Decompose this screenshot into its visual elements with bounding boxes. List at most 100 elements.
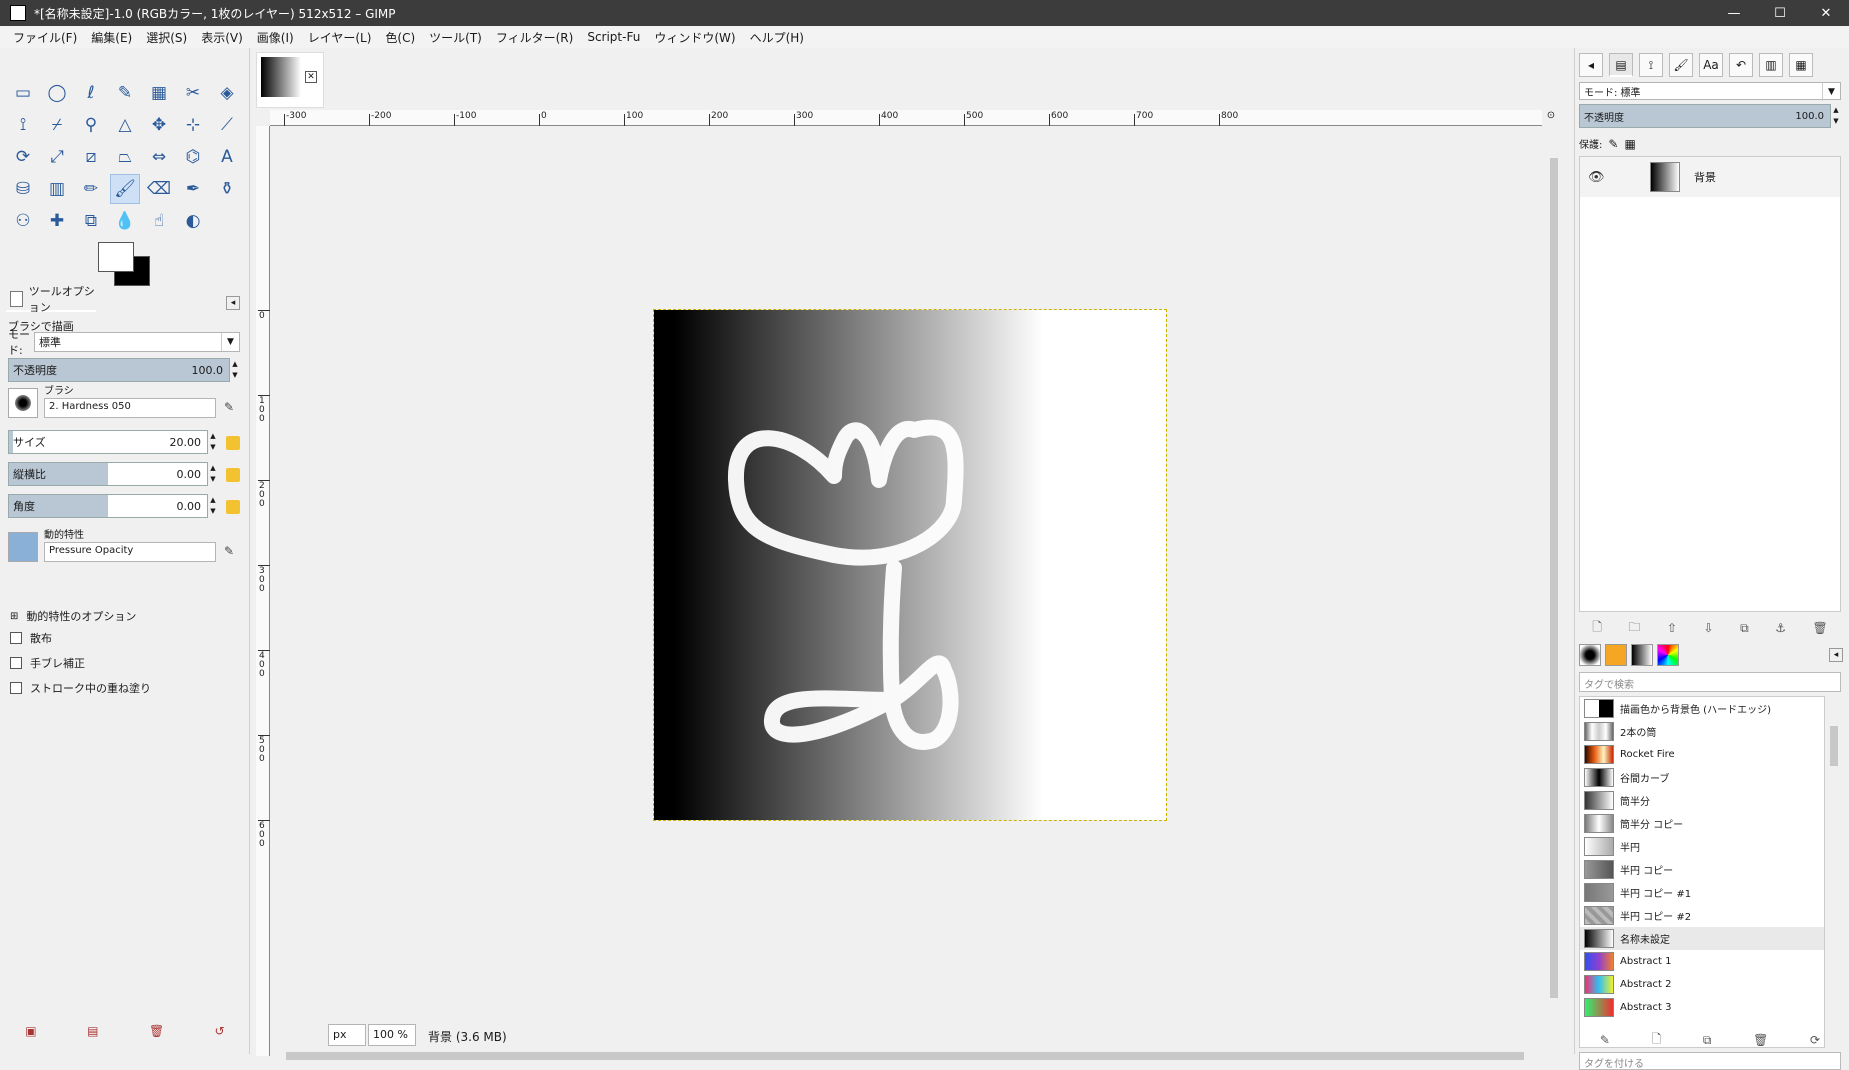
color-picker-tool-icon[interactable]: ⌿	[42, 110, 72, 140]
brush-preview[interactable]	[8, 388, 38, 418]
layer-opacity-slider[interactable]: 不透明度 100.0 ▲ ▼	[1579, 104, 1839, 128]
eraser-tool-icon[interactable]: ⌫	[144, 174, 174, 204]
menu-script-fu[interactable]: Script-Fu	[580, 30, 647, 44]
tab-undo[interactable]: ↶	[1729, 53, 1753, 77]
dock-menu-icon[interactable]: ◂	[1829, 648, 1843, 662]
menu-select[interactable]: 選択(S)	[139, 29, 194, 46]
cage-tool-icon[interactable]: ⌬	[178, 142, 208, 172]
layer-opacity-spin-icon[interactable]: ▲ ▼	[1832, 105, 1840, 127]
zoom-on-resize-icon[interactable]: ⊙	[1543, 110, 1559, 126]
tab-brushes[interactable]: 🖌	[1669, 53, 1693, 77]
image-tab[interactable]: ✕	[256, 52, 324, 108]
gradient-scrollbar[interactable]	[1827, 696, 1841, 1048]
unified-transform-tool-icon[interactable]: ⟳	[8, 142, 38, 172]
gradient-scrollbar-thumb[interactable]	[1830, 726, 1838, 766]
scatter-checkbox[interactable]	[10, 632, 22, 644]
measure-tool-icon[interactable]: △	[110, 110, 140, 140]
shear-tool-icon[interactable]: ⧄	[76, 142, 106, 172]
gradient-item[interactable]: 谷間カーブ	[1580, 766, 1824, 789]
tab-layers[interactable]: ▤	[1609, 53, 1633, 77]
gradient-item[interactable]: 筒半分	[1580, 789, 1824, 812]
gradient-tool-icon[interactable]: ▥	[42, 174, 72, 204]
close-icon[interactable]: ✕	[305, 71, 317, 83]
scale-tool-icon[interactable]: ⤢	[42, 142, 72, 172]
minimize-button[interactable]: —	[1711, 0, 1757, 26]
duplicate-layer-icon[interactable]: ⧉	[1740, 621, 1749, 636]
aspect-spin-icon[interactable]: ▲ ▼	[209, 463, 217, 485]
crop-tool-icon[interactable]: ⟋	[212, 110, 242, 140]
gradient-item[interactable]: Abstract 3	[1580, 996, 1824, 1019]
select-by-color-tool-icon[interactable]: ▦	[144, 78, 174, 108]
heal-tool-icon[interactable]: ✚	[42, 206, 72, 236]
dynamics-options-expander[interactable]: ⊞ 動的特性のオプション	[10, 608, 136, 624]
zoom-select[interactable]: 100 %	[368, 1024, 416, 1046]
dynamics-name-field[interactable]: Pressure Opacity	[44, 542, 216, 562]
layer-row[interactable]: 👁 背景	[1580, 157, 1840, 197]
smudge-tool-icon[interactable]: ☝	[144, 206, 174, 236]
fuzzy-select-tool-icon[interactable]: ✎	[110, 78, 140, 108]
gradient-item[interactable]: 2本の筒	[1580, 720, 1824, 743]
bucket-fill-tool-icon[interactable]: ⛁	[8, 174, 38, 204]
new-gradient-icon[interactable]: 🗋	[1652, 1030, 1662, 1051]
gradient-item[interactable]: 筒半分 コピー	[1580, 812, 1824, 835]
dock-menu-icon[interactable]: ◂	[226, 296, 240, 310]
menu-layer[interactable]: レイヤー(L)	[301, 29, 379, 46]
tab-fonts[interactable]: Aa	[1699, 53, 1723, 77]
delete-layer-icon[interactable]: 🗑	[1812, 621, 1827, 635]
lock-alpha-icon[interactable]: ▦	[1624, 137, 1635, 151]
anchor-layer-icon[interactable]: ⚓	[1775, 621, 1786, 635]
raise-layer-icon[interactable]: ⇧	[1667, 621, 1677, 635]
blur-tool-icon[interactable]: 💧	[110, 206, 140, 236]
gradient-tag-field[interactable]: タグを付ける	[1579, 1052, 1841, 1070]
image-canvas[interactable]	[653, 309, 1167, 821]
restore-options-icon[interactable]: ▤	[87, 1024, 98, 1038]
paths-tool-icon[interactable]: ⟟	[8, 110, 38, 140]
vertical-scrollbar-thumb[interactable]	[1550, 158, 1558, 998]
jitter-checkbox[interactable]	[10, 657, 22, 669]
vertical-scrollbar[interactable]	[1548, 128, 1560, 1048]
edit-gradient-icon[interactable]: ✎	[1600, 1033, 1610, 1047]
gradient-item[interactable]: Abstract 2	[1580, 973, 1824, 996]
horizontal-scrollbar-thumb[interactable]	[286, 1052, 1524, 1060]
horizontal-scrollbar[interactable]	[270, 1050, 1540, 1062]
scatter-checkbox-row[interactable]: 散布	[10, 630, 52, 646]
new-layer-icon[interactable]: 🗋	[1592, 618, 1602, 639]
reset-size-icon[interactable]	[226, 436, 240, 450]
close-button[interactable]: ✕	[1803, 0, 1849, 26]
duplicate-gradient-icon[interactable]: ⧉	[1703, 1033, 1712, 1048]
opacity-spin-icon[interactable]: ▲ ▼	[231, 359, 239, 381]
perspective-clone-tool-icon[interactable]: ⧉	[76, 206, 106, 236]
unit-select[interactable]: px	[328, 1024, 366, 1046]
pencil-tool-icon[interactable]: ✏	[76, 174, 106, 204]
fg-bg-colors[interactable]	[98, 242, 154, 292]
ellipse-select-tool-icon[interactable]: ◯	[42, 78, 72, 108]
tab-gradients[interactable]: ▥	[1759, 53, 1783, 77]
lock-pixels-icon[interactable]: ✎	[1608, 137, 1618, 151]
reset-aspect-icon[interactable]	[226, 468, 240, 482]
save-options-icon[interactable]: ▣	[25, 1024, 36, 1038]
tab-paths[interactable]: ⟟	[1639, 53, 1663, 77]
layer-mode-select[interactable]: モード: 標準 ▼	[1579, 82, 1841, 101]
tab-palettes[interactable]: ▦	[1789, 53, 1813, 77]
reset-angle-icon[interactable]	[226, 500, 240, 514]
menu-edit[interactable]: 編集(E)	[84, 29, 139, 46]
scissors-select-tool-icon[interactable]: ✂	[178, 78, 208, 108]
foreground-color-swatch[interactable]	[98, 242, 134, 272]
menu-colors[interactable]: 色(C)	[378, 29, 422, 46]
gradient-item[interactable]: Rocket Fire	[1580, 743, 1824, 766]
zoom-tool-icon[interactable]: ⚲	[76, 110, 106, 140]
airbrush-tool-icon[interactable]: ✒	[178, 174, 208, 204]
brush-name-field[interactable]: 2. Hardness 050	[44, 398, 216, 418]
lower-layer-icon[interactable]: ⇩	[1704, 621, 1714, 635]
tab-tool-options[interactable]: ツールオプション	[6, 285, 96, 314]
size-spin-icon[interactable]: ▲ ▼	[209, 431, 217, 453]
tab-palettes-small[interactable]	[1657, 644, 1679, 666]
jitter-checkbox-row[interactable]: 手ブレ補正	[10, 655, 85, 671]
gradient-item[interactable]: 名称未設定	[1580, 927, 1824, 950]
horizontal-ruler[interactable]: -300 -200 -100 0 100 200 300 400 500 600 700 800	[270, 110, 1542, 126]
free-select-tool-icon[interactable]: ℓ	[76, 78, 106, 108]
tab-brushes-small[interactable]	[1579, 644, 1601, 666]
tab-scroll-left-icon[interactable]: ◂	[1579, 53, 1603, 77]
vertical-ruler[interactable]: 0 100 200 300 400 500 600	[256, 126, 270, 1056]
menu-image[interactable]: 画像(I)	[250, 29, 301, 46]
